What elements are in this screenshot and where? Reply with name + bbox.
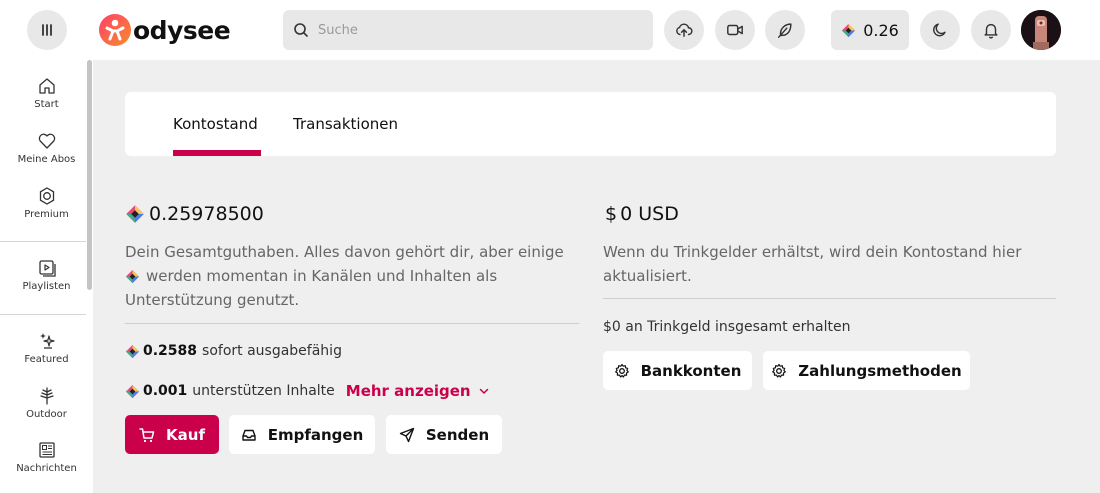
show-more-link[interactable]: Mehr anzeigen (346, 382, 489, 400)
menu-button[interactable] (27, 10, 67, 50)
upload-button[interactable] (664, 10, 704, 50)
buy-label: Kauf (166, 425, 205, 444)
usd-balance: $ 0 USD (605, 200, 679, 228)
gear-icon (772, 363, 787, 378)
sidebar-item-featured[interactable]: Featured (0, 331, 93, 365)
sidebar-divider (0, 314, 86, 315)
search-bar[interactable] (283, 10, 653, 50)
balance-description-text: werden momentan in Kanälen und Inhalten … (146, 267, 498, 285)
bank-accounts-button[interactable]: Bankkonten (603, 351, 752, 390)
lbc-credit-icon (125, 344, 140, 358)
usd-description: Wenn du Trinkgelder erhältst, wird dein … (603, 240, 1063, 288)
sidebar-item-label: Nachrichten (16, 463, 77, 474)
bell-icon (984, 23, 998, 39)
spendable-label: sofort ausgabefähig (202, 343, 342, 359)
send-icon (399, 427, 415, 442)
buy-button[interactable]: Kauf (125, 415, 219, 454)
sidebar-item-start[interactable]: Start (0, 76, 93, 110)
tips-total: $0 an Trinkgeld insgesamt erhalten (603, 319, 851, 335)
lbc-credit-icon (125, 384, 140, 398)
top-header: odysee 0.26 (0, 0, 1100, 60)
dollar-icon: $ (605, 203, 618, 225)
sidebar-item-label: Start (34, 99, 59, 110)
supporting-label: unterstützen Inhalte (192, 383, 335, 399)
bank-accounts-label: Bankkonten (640, 361, 742, 380)
balance-description-line: Dein Gesamtguthaben. Alles davon gehört … (125, 243, 564, 261)
avatar[interactable] (1021, 10, 1061, 50)
inbox-icon (242, 429, 256, 441)
search-input[interactable] (318, 22, 638, 38)
send-button[interactable]: Senden (386, 415, 502, 454)
gear-icon (614, 363, 629, 378)
divider (603, 298, 1056, 299)
sidebar-item-label: Playlisten (22, 281, 71, 292)
search-icon (294, 23, 308, 37)
payment-methods-button[interactable]: Zahlungsmethoden (763, 351, 970, 390)
sidebar-item-label: Meine Abos (17, 154, 76, 165)
spendable-row: 0.2588 sofort ausgabefähig (125, 341, 342, 361)
sidebar-item-label: Featured (24, 354, 69, 365)
newspaper-icon (38, 442, 55, 458)
balance-description-line: werden momentan in Kanälen und Inhalten … (125, 264, 585, 288)
wallet-balance-button[interactable]: 0.26 (831, 10, 909, 50)
menu-icon (42, 24, 52, 36)
sidebar-scrollbar[interactable] (87, 60, 92, 290)
go-live-button[interactable] (715, 10, 755, 50)
lbc-credit-icon (125, 269, 140, 283)
lbc-credit-icon (126, 205, 144, 223)
cart-icon (139, 427, 155, 442)
lbc-credit-icon (842, 23, 856, 37)
credits-value: 0.26 (863, 20, 899, 40)
balance-description-line: Unterstützung genutzt. (125, 291, 300, 309)
lbc-balance-value: 0.25978500 (149, 203, 264, 225)
supporting-value: 0.001 (143, 383, 188, 399)
sidebar-item-outdoor[interactable]: Outdoor (0, 386, 93, 420)
write-post-button[interactable] (765, 10, 805, 50)
moon-icon (933, 23, 946, 37)
sidebar-item-subscriptions[interactable]: Meine Abos (0, 131, 93, 165)
active-tab-indicator (173, 150, 261, 156)
tree-icon (39, 387, 54, 405)
sidebar-divider (0, 241, 86, 242)
usd-description-line: Wenn du Trinkgelder erhältst, wird dein … (603, 243, 1022, 261)
sidebar-item-playlists[interactable]: Playlisten (0, 258, 93, 292)
sidebar-item-premium[interactable]: Premium (0, 186, 93, 220)
video-camera-icon (727, 24, 743, 36)
lbc-balance: 0.25978500 (125, 200, 264, 228)
divider (125, 323, 579, 324)
usd-description-line: aktualisiert. (603, 267, 692, 285)
tab-transactions[interactable]: Transaktionen (293, 92, 398, 156)
sparkle-icon (39, 333, 55, 349)
sidebar: Start Meine Abos Premium Playlisten Feat… (0, 60, 93, 493)
show-more-label: Mehr anzeigen (345, 382, 471, 400)
spendable-value: 0.2588 (143, 343, 198, 359)
wallet-tabs: Kontostand Transaktionen (125, 92, 1056, 156)
payment-methods-label: Zahlungsmethoden (798, 361, 962, 380)
logo-text: odysee (133, 15, 231, 45)
usd-balance-value: 0 USD (620, 203, 679, 225)
sidebar-item-label: Outdoor (26, 409, 67, 420)
supporting-row: 0.001 unterstützen Inhalte Mehr anzeigen (125, 380, 489, 402)
premium-badge-icon (39, 187, 54, 205)
chevron-down-icon (479, 388, 488, 394)
sidebar-item-news[interactable]: Nachrichten (0, 440, 93, 474)
sidebar-item-label: Premium (24, 209, 69, 220)
upload-icon (676, 23, 693, 38)
notifications-button[interactable] (971, 10, 1011, 50)
tab-balance[interactable]: Kontostand (173, 92, 258, 156)
odysee-logo-icon (99, 14, 131, 46)
home-icon (38, 78, 55, 94)
send-label: Senden (425, 425, 490, 444)
balance-description: Dein Gesamtguthaben. Alles davon gehört … (125, 240, 585, 312)
playlist-icon (38, 260, 56, 277)
receive-button[interactable]: Empfangen (229, 415, 375, 454)
feather-icon (777, 23, 792, 38)
odysee-logo[interactable]: odysee (98, 10, 231, 50)
theme-toggle-button[interactable] (920, 10, 960, 50)
receive-label: Empfangen (267, 425, 364, 444)
heart-icon (38, 133, 55, 149)
avatar-image (1021, 10, 1061, 50)
